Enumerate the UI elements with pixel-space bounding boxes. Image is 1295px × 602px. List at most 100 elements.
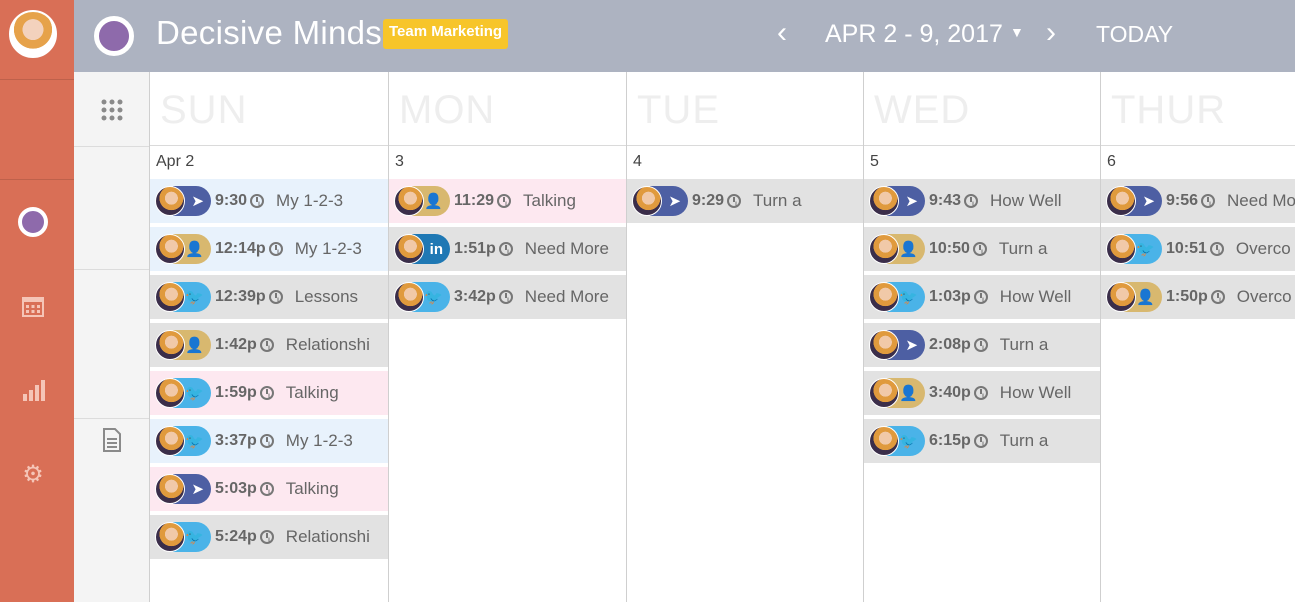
- post-account-badge: 👤: [155, 234, 211, 264]
- team-badge[interactable]: Team Marketing: [383, 19, 509, 49]
- post-time: 9:43: [929, 192, 962, 209]
- post-title: How Well: [990, 191, 1062, 210]
- post-account-badge: 👤: [869, 378, 925, 408]
- top-header: Decisive Minds Team Marketing ‹ APR 2 - …: [74, 0, 1295, 72]
- post-account-badge: 👤: [394, 186, 450, 216]
- avatar: [1106, 234, 1136, 264]
- post-time: 1:59p: [215, 384, 257, 401]
- post-account-badge: ➤: [155, 186, 211, 216]
- scheduled-post[interactable]: 🐦 5:24p Relationshi: [150, 515, 388, 559]
- post-title: My 1-2-3: [294, 239, 362, 258]
- post-title: Relationshi: [285, 527, 370, 546]
- scheduled-post[interactable]: 👤 12:14p My 1-2-3: [150, 227, 388, 271]
- post-account-badge: ➤: [869, 186, 925, 216]
- post-title: Relationshi: [285, 335, 370, 354]
- scheduled-post[interactable]: 🐦 10:51 Overco: [1101, 227, 1295, 271]
- chevron-right-icon[interactable]: ›: [1046, 16, 1056, 50]
- clock-icon: [973, 338, 988, 352]
- scheduled-post[interactable]: ➤ 5:03p Talking: [150, 467, 388, 511]
- circle-icon[interactable]: [17, 206, 49, 238]
- avatar: [869, 282, 899, 312]
- post-time: 3:37p: [215, 432, 257, 449]
- bar-chart-icon[interactable]: [17, 374, 49, 406]
- clock-icon: [1201, 194, 1216, 208]
- avatar: [155, 474, 185, 504]
- clock-icon: [259, 338, 274, 352]
- clock-icon: [259, 530, 274, 544]
- post-title: Turn a: [998, 239, 1048, 258]
- post-title: Talking: [285, 383, 339, 402]
- scheduled-post[interactable]: 👤 3:40p How Well: [864, 371, 1100, 415]
- post-title: My 1-2-3: [276, 191, 344, 210]
- post-time: 9:30: [215, 192, 248, 209]
- avatar: [869, 234, 899, 264]
- caret-down-icon[interactable]: ▼: [1010, 24, 1024, 40]
- avatar: [155, 234, 185, 264]
- post-time: 2:08p: [929, 336, 971, 353]
- today-button[interactable]: TODAY: [1096, 21, 1173, 48]
- day-column: SUN Apr 2 ➤ 9:30 My 1-2-3 👤 12:14p My 1-2-3 🐦 12:…: [149, 72, 388, 602]
- day-name: WED: [874, 88, 971, 132]
- day-column: WED 5 ➤ 9:43 How Well 👤 10:50 Turn a 🐦 1:03p How W…: [863, 72, 1100, 602]
- post-time: 5:03p: [215, 480, 257, 497]
- scheduled-post[interactable]: 🐦 3:37p My 1-2-3: [150, 419, 388, 463]
- gutter-divider: [74, 269, 149, 270]
- day-date: Apr 2: [156, 153, 195, 170]
- scheduled-post[interactable]: ➤ 9:30 My 1-2-3: [150, 179, 388, 223]
- post-account-badge: in: [394, 234, 450, 264]
- scheduled-post[interactable]: ➤ 9:43 How Well: [864, 179, 1100, 223]
- clock-icon: [498, 242, 513, 256]
- scheduled-post[interactable]: 👤 1:42p Relationshi: [150, 323, 388, 367]
- post-title: My 1-2-3: [285, 431, 353, 450]
- day-name: THUR: [1111, 88, 1227, 132]
- post-title: How Well: [999, 287, 1072, 306]
- avatar: [869, 426, 899, 456]
- day-date: 4: [633, 153, 642, 170]
- grid-icon[interactable]: [100, 98, 124, 122]
- left-rail: ⚙: [0, 0, 74, 602]
- day-header: WED: [864, 72, 1100, 146]
- scheduled-post[interactable]: 🐦 1:59p Talking: [150, 371, 388, 415]
- scheduled-post[interactable]: ➤ 9:56 Need Mo: [1101, 179, 1295, 223]
- post-account-badge: 👤: [1106, 282, 1162, 312]
- avatar: [155, 426, 185, 456]
- post-time: 10:51: [1166, 240, 1207, 257]
- avatar: [632, 186, 662, 216]
- avatar: [155, 186, 185, 216]
- post-account-badge: 🐦: [869, 426, 925, 456]
- date-range-selector[interactable]: APR 2 - 9, 2017: [825, 20, 1003, 49]
- calendar-icon[interactable]: [17, 290, 49, 322]
- scheduled-post[interactable]: ➤ 2:08p Turn a: [864, 323, 1100, 367]
- scheduled-post[interactable]: 👤 11:29 Talking: [389, 179, 626, 223]
- scheduled-post[interactable]: 🐦 6:15p Turn a: [864, 419, 1100, 463]
- post-account-badge: 🐦: [155, 426, 211, 456]
- clock-icon: [973, 386, 988, 400]
- avatar: [869, 186, 899, 216]
- brand-logo-icon: [94, 16, 134, 56]
- day-name: MON: [399, 88, 496, 132]
- scheduled-post[interactable]: 🐦 1:03p How Well: [864, 275, 1100, 319]
- gutter-divider: [74, 146, 149, 147]
- chevron-left-icon[interactable]: ‹: [777, 16, 787, 50]
- avatar[interactable]: [9, 10, 57, 58]
- scheduled-post[interactable]: ➤ 9:29 Turn a: [627, 179, 863, 223]
- avatar: [869, 330, 899, 360]
- post-time: 11:29: [454, 192, 495, 209]
- post-time: 1:03p: [929, 288, 971, 305]
- avatar: [155, 330, 185, 360]
- post-title: How Well: [999, 383, 1072, 402]
- scheduled-post[interactable]: 🐦 3:42p Need More: [389, 275, 626, 319]
- post-account-badge: ➤: [869, 330, 925, 360]
- document-icon[interactable]: [102, 428, 122, 452]
- avatar: [155, 282, 185, 312]
- gear-icon[interactable]: ⚙: [17, 458, 49, 490]
- scheduled-post[interactable]: 🐦 12:39p Lessons: [150, 275, 388, 319]
- clock-icon: [259, 434, 274, 448]
- day-header: TUE: [627, 72, 863, 146]
- scheduled-post[interactable]: 👤 1:50p Overco: [1101, 275, 1295, 319]
- profile-area: [0, 0, 74, 80]
- scheduled-post[interactable]: in 1:51p Need More: [389, 227, 626, 271]
- scheduled-post[interactable]: 👤 10:50 Turn a: [864, 227, 1100, 271]
- post-time: 12:14p: [215, 240, 266, 257]
- clock-icon: [973, 434, 988, 448]
